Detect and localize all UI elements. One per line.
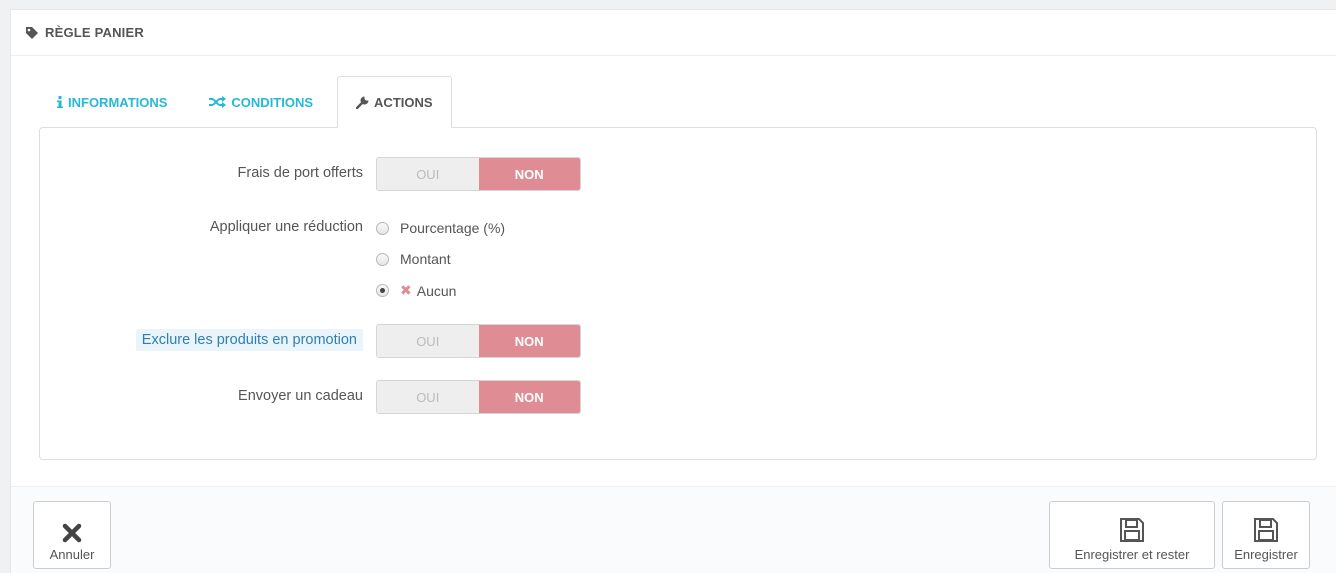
discount-option-percent-label: Pourcentage (%)	[400, 220, 506, 236]
exclude-promo-label: Exclure les produits en promotion	[135, 329, 363, 351]
send-gift-yes[interactable]: OUI	[377, 381, 479, 413]
tab-actions-label: ACTIONS	[374, 94, 433, 110]
tab-conditions[interactable]: CONDITIONS	[191, 76, 331, 128]
actions-form: Frais de port offerts OUI NON Appliquer …	[39, 127, 1317, 460]
cancel-button[interactable]: Annuler	[33, 501, 111, 569]
panel-footer: Annuler Enregistrer et rester Enregistre…	[11, 486, 1336, 573]
discount-option-none-label: Aucun	[416, 282, 457, 299]
free-shipping-no[interactable]: NON	[478, 158, 580, 190]
exclude-promo-yes[interactable]: OUI	[377, 325, 479, 357]
apply-discount-label: Appliquer une réduction	[209, 219, 363, 235]
tab-conditions-label: CONDITIONS	[231, 94, 314, 110]
discount-option-percent[interactable]: Pourcentage (%)	[376, 220, 505, 236]
shuffle-icon	[209, 96, 227, 108]
save-button[interactable]: Enregistrer	[1222, 501, 1310, 569]
tab-informations-label: INFORMATIONS	[68, 94, 168, 110]
radio-button-checked[interactable]	[376, 284, 389, 297]
discount-option-none[interactable]: ✖ Aucun	[376, 282, 456, 299]
save-and-stay-label: Enregistrer et rester	[1074, 547, 1190, 562]
radio-button[interactable]	[376, 252, 389, 266]
tag-icon	[26, 26, 38, 39]
tab-informations[interactable]: INFORMATIONS	[39, 76, 185, 128]
tab-actions[interactable]: ACTIONS	[337, 76, 452, 128]
send-gift-no[interactable]: NON	[478, 381, 580, 413]
close-icon: ✖	[400, 282, 412, 298]
cart-rule-panel: RÈGLE PANIER INFORMATIONS CONDITIONS ACT…	[10, 9, 1336, 573]
panel-title: RÈGLE PANIER	[45, 25, 144, 40]
save-and-stay-button[interactable]: Enregistrer et rester	[1049, 501, 1215, 569]
floppy-disk-icon	[1254, 518, 1278, 542]
radio-button[interactable]	[376, 221, 389, 235]
panel-heading: RÈGLE PANIER	[11, 10, 1336, 56]
wrench-icon	[356, 96, 369, 109]
floppy-disk-icon	[1120, 518, 1144, 542]
exclude-promo-no[interactable]: NON	[478, 325, 580, 357]
exclude-promo-switch[interactable]: OUI NON	[376, 324, 581, 358]
free-shipping-label: Frais de port offerts	[237, 165, 363, 181]
discount-option-amount[interactable]: Montant	[376, 251, 451, 267]
discount-option-amount-label: Montant	[400, 251, 451, 267]
tab-bar: INFORMATIONS CONDITIONS ACTIONS	[39, 76, 452, 128]
cancel-button-label: Annuler	[49, 547, 95, 562]
close-icon	[62, 523, 82, 543]
send-gift-label: Envoyer un cadeau	[238, 388, 363, 404]
send-gift-switch[interactable]: OUI NON	[376, 380, 581, 414]
free-shipping-yes[interactable]: OUI	[377, 158, 479, 190]
free-shipping-switch[interactable]: OUI NON	[376, 157, 581, 191]
info-icon	[57, 96, 63, 108]
save-button-label: Enregistrer	[1234, 547, 1298, 562]
